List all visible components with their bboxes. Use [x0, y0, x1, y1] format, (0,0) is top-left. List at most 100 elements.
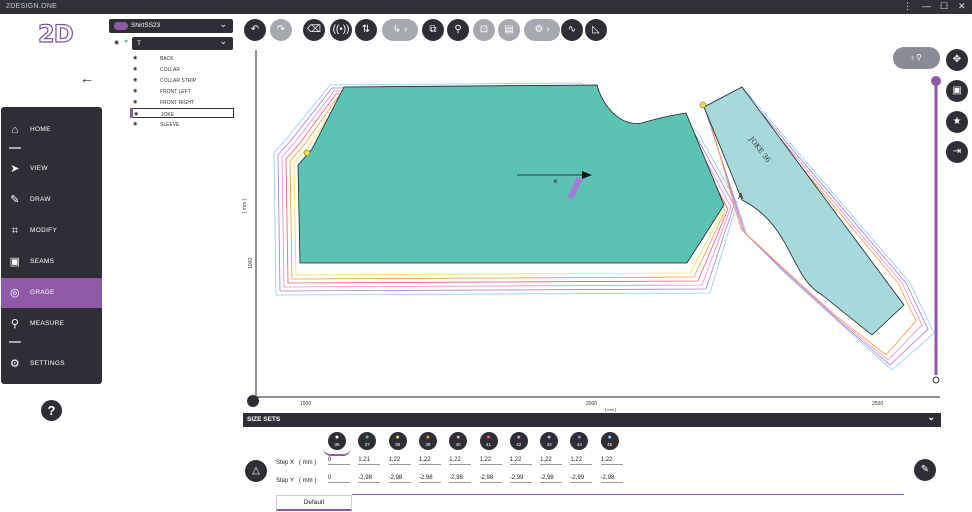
step-y-value[interactable]: -2,98 [388, 475, 411, 483]
close-icon[interactable]: ✕ [958, 1, 966, 12]
pattern-piece-joke[interactable] [703, 86, 905, 336]
cursor-icon: ➤ [10, 163, 20, 175]
eye-icon[interactable]: ◉ [133, 99, 137, 105]
curve-tool-button[interactable]: ∿ [561, 19, 583, 41]
step-y-value[interactable]: 0 [328, 475, 350, 483]
step-y-value[interactable]: -2,98 [479, 475, 502, 483]
sidebar-item-seams[interactable]: ▣ SEAMS [1, 247, 102, 277]
move-icon[interactable]: ✥ [946, 49, 968, 71]
sidebar-item-view[interactable]: ➤ VIEW [1, 154, 102, 184]
measure-icon: ⚲ [10, 318, 20, 330]
pattern-canvas[interactable]: [ mm ] 1000 1500 2000 [ mm ] 2500 × JOKE… [242, 45, 942, 413]
triangle-icon[interactable]: △ [245, 460, 267, 482]
maximize-icon[interactable]: ☐ [940, 1, 948, 12]
eye-icon[interactable]: ◉ [134, 111, 138, 117]
step-x-value[interactable]: 1,22 [418, 457, 441, 465]
angle-tool-button[interactable]: ◺ [585, 19, 607, 41]
chevron-down-icon[interactable]: ⌄ [927, 412, 935, 423]
size-chip[interactable]: ● 40 [449, 432, 468, 450]
pattern-piece-front[interactable] [297, 84, 725, 264]
tree-item-sleeve[interactable]: ◉ SLEEVE [130, 119, 234, 129]
size-chip[interactable]: ● 38 [388, 432, 407, 450]
step-y-value[interactable]: -2,98 [540, 475, 563, 483]
tree-item-collar-strip[interactable]: ◉ COLLAR STRIP [130, 75, 234, 85]
undo-button[interactable]: ↶ [244, 19, 266, 41]
copy-button[interactable]: ⧉ [422, 19, 444, 41]
sidebar-item-settings[interactable]: ⚙ SETTINGS [1, 349, 102, 379]
chevron-down-icon[interactable]: ⌄ [219, 19, 227, 30]
sort-tool-button[interactable]: ⇅ [355, 19, 377, 41]
step-x-value[interactable]: 1,22 [540, 457, 563, 465]
save-icon[interactable]: ▣ [946, 80, 968, 102]
size-chip[interactable]: ● 43 [540, 432, 559, 450]
size-chip[interactable]: ● 39 [418, 432, 437, 450]
eye-icon[interactable]: ◉ [133, 55, 137, 61]
eraser-button[interactable]: ⌫ [303, 19, 325, 41]
model-dropdown[interactable]: T ⌄ [132, 36, 233, 50]
eye-icon[interactable]: ◉ [133, 66, 137, 72]
zoom-slider-handle[interactable] [931, 76, 941, 86]
favorite-icon[interactable]: ★ [946, 111, 968, 133]
size-chip[interactable]: ● 45 [600, 432, 619, 450]
sidebar-item-modify[interactable]: ⌗ MODIFY [1, 216, 102, 246]
eye-icon[interactable]: ◉ [133, 121, 137, 127]
zoom-reset-icon[interactable] [247, 395, 259, 407]
sidebar-item-home[interactable]: ⌂ HOME [1, 115, 102, 145]
tree-item-joke[interactable]: ◉ JOKE [130, 108, 234, 118]
settings-tool-button[interactable]: ⚙ › [524, 19, 560, 41]
step-y-value[interactable]: -2,99 [570, 475, 593, 483]
minimize-icon[interactable]: — [922, 1, 931, 11]
drop-icon: ● [546, 434, 552, 441]
project-dropdown[interactable]: ShirtSS23 ⌄ [109, 19, 233, 33]
step-x-value[interactable]: 1,22 [509, 457, 532, 465]
eye-icon[interactable]: ◉ [133, 77, 137, 83]
signal-tool-button[interactable]: ((•)) [330, 19, 352, 41]
step-x-value[interactable]: 1,22 [388, 457, 411, 465]
align-button[interactable]: ⊡ [473, 19, 495, 41]
edit-pencil-icon[interactable]: ✎ [914, 459, 936, 481]
step-y-value[interactable]: -2,98 [358, 475, 381, 483]
step-x-value[interactable]: 1,22 [570, 457, 593, 465]
tree-item-front-right[interactable]: ◉ FRONT RIGHT [130, 97, 234, 107]
app-window: 2DESIGN.ONE ⋮ — ☐ ✕ 2D ← ⌂ HOME ➤ VIEW ✎ DR… [0, 0, 972, 512]
redo-button[interactable]: ↷ [270, 19, 292, 41]
clipboard-button[interactable]: ▤ [498, 19, 520, 41]
step-y-value[interactable]: -2,98 [449, 475, 472, 483]
pin-marker-icon[interactable] [699, 101, 707, 109]
export-icon[interactable]: ⇥ [946, 141, 968, 163]
size-chip[interactable]: ● 37 [358, 432, 377, 450]
pin-marker-icon[interactable] [303, 149, 311, 157]
eye-icon[interactable]: ◉ [114, 39, 119, 46]
sidebar-item-measure[interactable]: ⚲ MEASURE [1, 309, 102, 339]
selected-size-indicator [323, 448, 351, 456]
tree-item-front-left[interactable]: ◉ FRONT LEFT [130, 86, 234, 96]
step-x-value[interactable]: 1,22 [600, 457, 623, 465]
size-sets-header[interactable]: SIZE SETS ⌄ [243, 412, 941, 427]
step-y-value[interactable]: -2,99 [509, 475, 532, 483]
step-x-value[interactable]: 1,22 [479, 457, 502, 465]
chevron-down-icon[interactable]: ⌄ [219, 36, 227, 47]
step-x-value[interactable]: 0 [328, 457, 350, 465]
more-menu-icon[interactable]: ⋮ [903, 1, 912, 12]
step-y-value[interactable]: -2,98 [418, 475, 441, 483]
sidebar-item-grade[interactable]: ◎ GRADE [1, 278, 102, 308]
size-label: 45 [607, 442, 613, 447]
help-button[interactable]: ? [41, 400, 62, 421]
back-arrow-icon[interactable]: ← [80, 70, 94, 86]
tree-item-collar[interactable]: ◉ COLLAR [130, 64, 234, 74]
size-chip[interactable]: ● 41 [479, 432, 498, 450]
step-y-value[interactable]: -2,98 [600, 475, 623, 483]
eye-icon[interactable]: ◉ [133, 88, 137, 94]
step-x-value[interactable]: 1,22 [449, 457, 472, 465]
size-chip[interactable]: ● 44 [570, 432, 589, 450]
tree-item-back[interactable]: ◉ BACK [130, 53, 234, 63]
tab-default[interactable]: Default [276, 495, 352, 511]
sidebar-item-draw[interactable]: ✎ DRAW [1, 185, 102, 215]
pin-button[interactable]: ⚲ [447, 19, 469, 41]
step-x-unit: ( mm ) [299, 460, 317, 466]
step-x-value[interactable]: 1,21 [358, 457, 381, 465]
toggle-icon[interactable] [114, 22, 128, 30]
zoom-out-icon[interactable] [932, 376, 940, 384]
size-chip[interactable]: ● 42 [509, 432, 528, 450]
corner-tool-button[interactable]: ↳ › [382, 19, 418, 41]
